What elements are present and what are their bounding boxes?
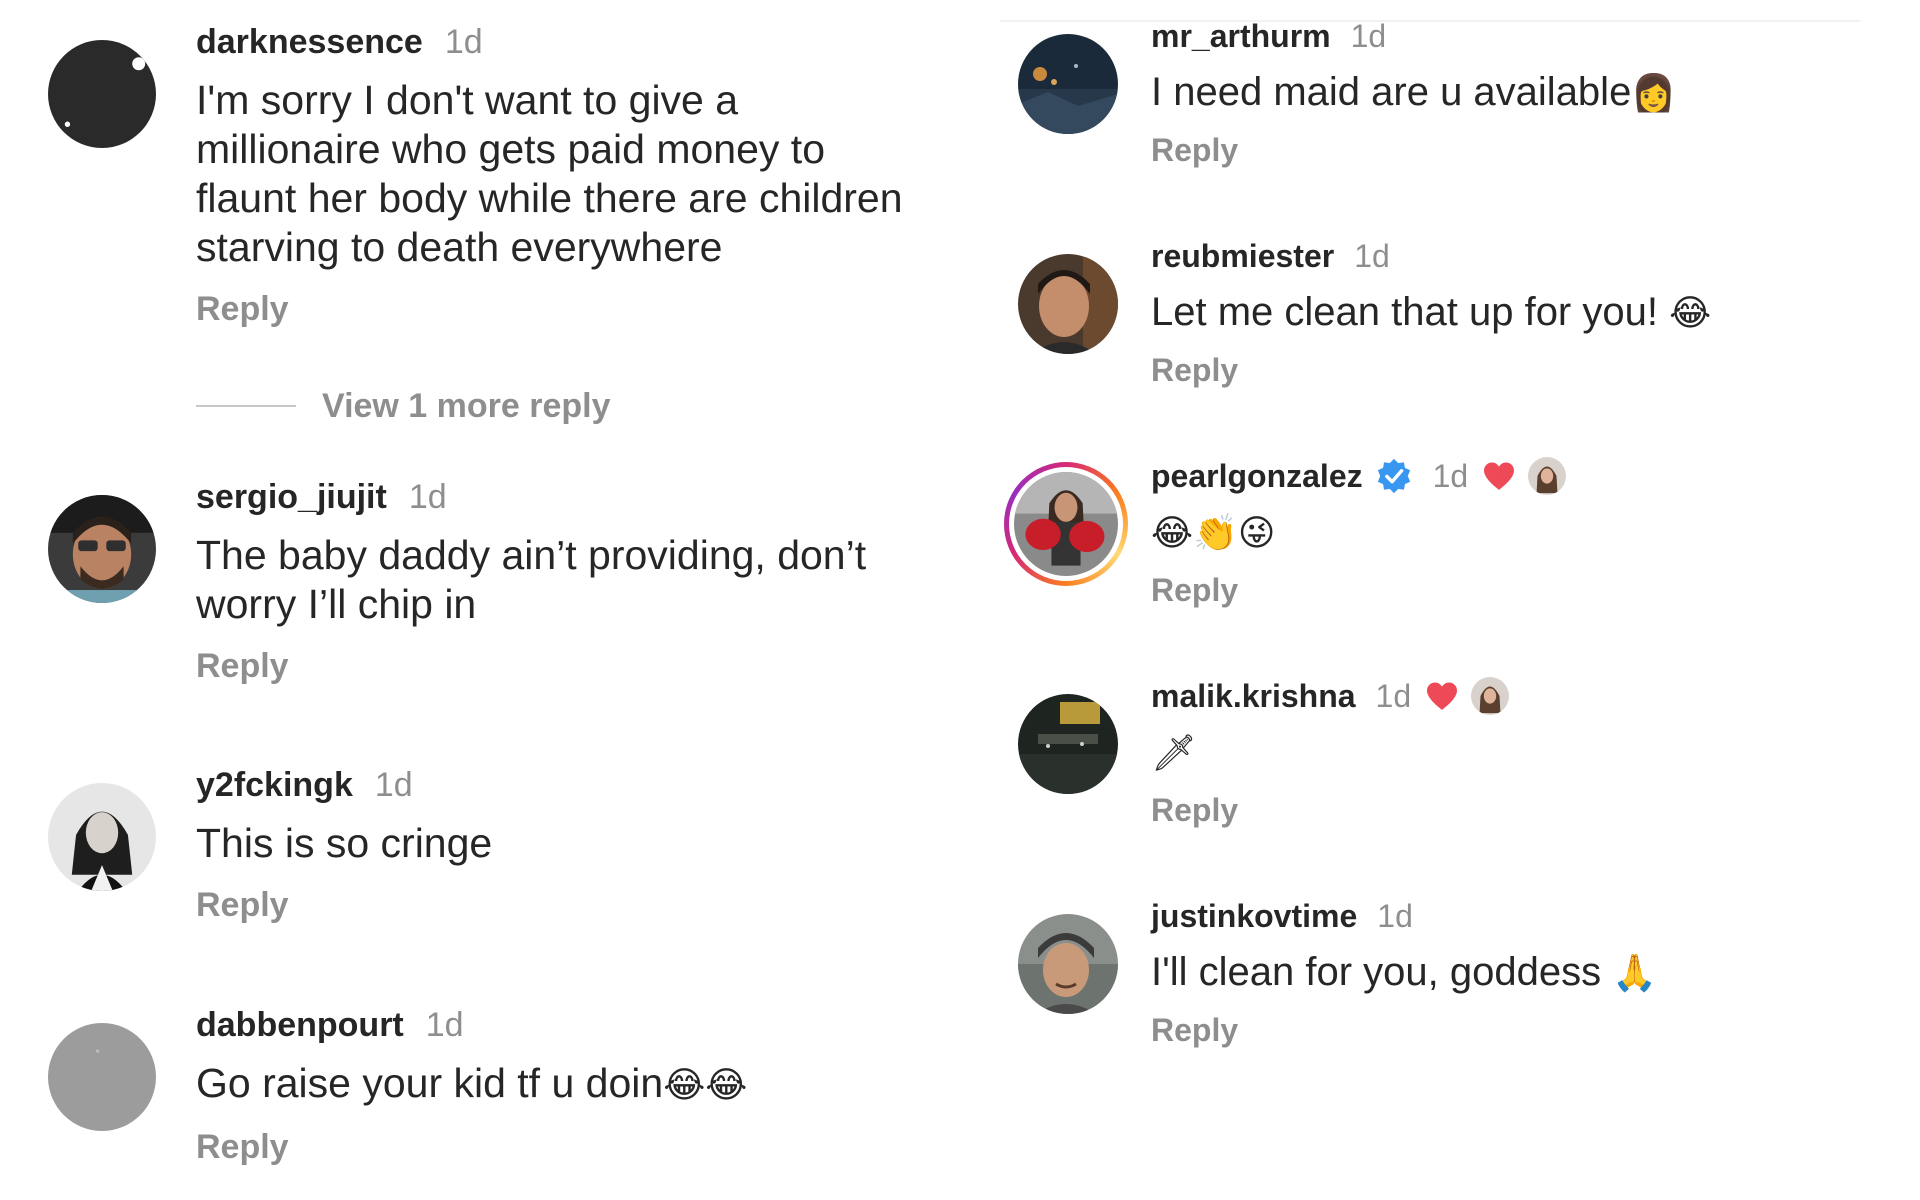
creator-avatar-image bbox=[1528, 457, 1567, 495]
comment-header: pearlgonzalez 1d bbox=[1151, 456, 1891, 496]
comments-screen: darknessence 1d I'm sorry I don't want t… bbox=[0, 0, 1920, 1200]
reply-button[interactable]: Reply bbox=[1151, 132, 1891, 169]
comment-text: This is so cringe bbox=[196, 820, 493, 866]
comment-text-line: I'll clean for you, goddess 🙏 bbox=[1151, 948, 1891, 998]
comment-body: pearlgonzalez 1d 😂👏😜 Reply bbox=[1151, 456, 1891, 609]
comment-text-line: Let me clean that up for you! 😂 bbox=[1151, 288, 1891, 338]
avatar-image bbox=[48, 783, 156, 891]
avatar-image bbox=[1018, 694, 1118, 794]
story-ring-avatar[interactable] bbox=[1004, 462, 1128, 586]
woman-emoji: 👩 bbox=[1631, 73, 1677, 114]
username[interactable]: mr_arthurm bbox=[1151, 18, 1331, 55]
comment-header: malik.krishna 1d bbox=[1151, 676, 1891, 716]
username[interactable]: dabbenpourt bbox=[196, 1006, 404, 1045]
comment-body: mr_arthurm 1d I need maid are u availabl… bbox=[1151, 16, 1891, 169]
username[interactable]: malik.krishna bbox=[1151, 678, 1356, 715]
avatar-image-wrapper bbox=[1014, 472, 1118, 576]
timestamp: 1d bbox=[408, 477, 447, 516]
username[interactable]: darknessence bbox=[196, 23, 423, 62]
timestamp: 1d bbox=[1350, 17, 1387, 54]
avatar[interactable] bbox=[48, 783, 156, 891]
avatar[interactable] bbox=[48, 40, 156, 148]
comment-header: justinkovtime 1d bbox=[1151, 896, 1891, 936]
username[interactable]: justinkovtime bbox=[1151, 898, 1357, 935]
avatar-image bbox=[48, 40, 156, 148]
comment-body: y2fckingk 1d This is so cringe Reply bbox=[196, 765, 936, 925]
heart-icon bbox=[1484, 462, 1515, 490]
laughing-emoji: 😂😂 bbox=[663, 1065, 748, 1106]
username[interactable]: reubmiester bbox=[1151, 238, 1334, 275]
comment-header: mr_arthurm 1d bbox=[1151, 16, 1891, 56]
verified-badge-icon bbox=[1377, 458, 1410, 494]
comment-header: sergio_jiujit 1d bbox=[196, 477, 936, 517]
comment-text-line: 🗡 bbox=[1151, 728, 1891, 778]
comment-body: reubmiester 1d Let me clean that up for … bbox=[1151, 236, 1891, 389]
avatar[interactable] bbox=[1018, 914, 1118, 1014]
comment-header: y2fckingk 1d bbox=[196, 765, 936, 805]
username[interactable]: y2fckingk bbox=[196, 766, 353, 805]
timestamp: 1d bbox=[1354, 237, 1390, 274]
comment-header: dabbenpourt 1d bbox=[196, 1005, 936, 1045]
avatar-image bbox=[48, 1023, 156, 1131]
creator-avatar-image bbox=[1471, 677, 1510, 715]
reply-button[interactable]: Reply bbox=[196, 886, 936, 925]
avatar-image bbox=[48, 495, 156, 603]
timestamp: 1d bbox=[1377, 897, 1413, 934]
comment-body: sergio_jiujit 1d The baby daddy ain’t pr… bbox=[196, 477, 936, 686]
avatar-image bbox=[1018, 914, 1118, 1014]
comment-text: Go raise your kid tf u doin bbox=[196, 1060, 664, 1106]
timestamp: 1d bbox=[425, 1005, 464, 1044]
comment-header: reubmiester 1d bbox=[1151, 236, 1891, 276]
view-replies-button[interactable]: View 1 more reply bbox=[196, 384, 611, 428]
praying-hands-emoji: 🙏 bbox=[1612, 953, 1658, 994]
avatar-image bbox=[1018, 254, 1118, 354]
reply-button[interactable]: Reply bbox=[1151, 572, 1891, 609]
view-replies-label: View 1 more reply bbox=[322, 386, 611, 425]
comment-text-line: I need maid are u available👩 bbox=[1151, 68, 1891, 118]
timestamp: 1d bbox=[1432, 457, 1469, 494]
reply-button[interactable]: Reply bbox=[1151, 1012, 1891, 1049]
reply-button[interactable]: Reply bbox=[196, 1128, 936, 1167]
avatar-image bbox=[1014, 472, 1118, 576]
creator-avatar bbox=[1471, 677, 1510, 715]
dagger-emoji: 🗡 bbox=[1151, 733, 1197, 774]
comment-header: darknessence 1d bbox=[196, 22, 936, 62]
avatar[interactable] bbox=[1018, 34, 1118, 134]
comment-text: The baby daddy ain’t providing, don’t wo… bbox=[196, 532, 867, 627]
comment-body: dabbenpourt 1d Go raise your kid tf u do… bbox=[196, 1005, 936, 1167]
heart-icon bbox=[1427, 682, 1458, 710]
timestamp: 1d bbox=[444, 22, 483, 61]
comment-text: I need maid are u available bbox=[1151, 70, 1632, 114]
comment-text: I'm sorry I don't want to give a million… bbox=[196, 77, 903, 270]
avatar[interactable] bbox=[48, 495, 156, 603]
timestamp: 1d bbox=[1375, 677, 1412, 714]
emoji-reaction: 😂👏😜 bbox=[1151, 513, 1276, 554]
reply-button[interactable]: Reply bbox=[196, 290, 936, 329]
avatar[interactable] bbox=[1018, 694, 1118, 794]
comment-body: justinkovtime 1d I'll clean for you, god… bbox=[1151, 896, 1891, 1049]
laughing-emoji: 😂 bbox=[1669, 293, 1712, 334]
reply-button[interactable]: Reply bbox=[1151, 352, 1891, 389]
view-replies-line bbox=[196, 405, 296, 407]
username[interactable]: pearlgonzalez bbox=[1151, 458, 1363, 495]
avatar-image bbox=[1018, 34, 1118, 134]
reply-button[interactable]: Reply bbox=[1151, 792, 1891, 829]
comment-body: malik.krishna 1d 🗡 Reply bbox=[1151, 676, 1891, 829]
comment-text: Let me clean that up for you! bbox=[1151, 290, 1670, 334]
comment-text-line: Go raise your kid tf u doin😂😂 bbox=[196, 1059, 936, 1110]
timestamp: 1d bbox=[374, 765, 413, 804]
comment-text: I'll clean for you, goddess bbox=[1151, 950, 1613, 994]
username[interactable]: sergio_jiujit bbox=[196, 478, 387, 517]
creator-avatar bbox=[1528, 457, 1567, 495]
reply-button[interactable]: Reply bbox=[196, 647, 936, 686]
comment-body: darknessence 1d I'm sorry I don't want t… bbox=[196, 22, 936, 329]
avatar[interactable] bbox=[48, 1023, 156, 1131]
comment-text-line: 😂👏😜 bbox=[1151, 508, 1891, 558]
avatar[interactable] bbox=[1018, 254, 1118, 354]
